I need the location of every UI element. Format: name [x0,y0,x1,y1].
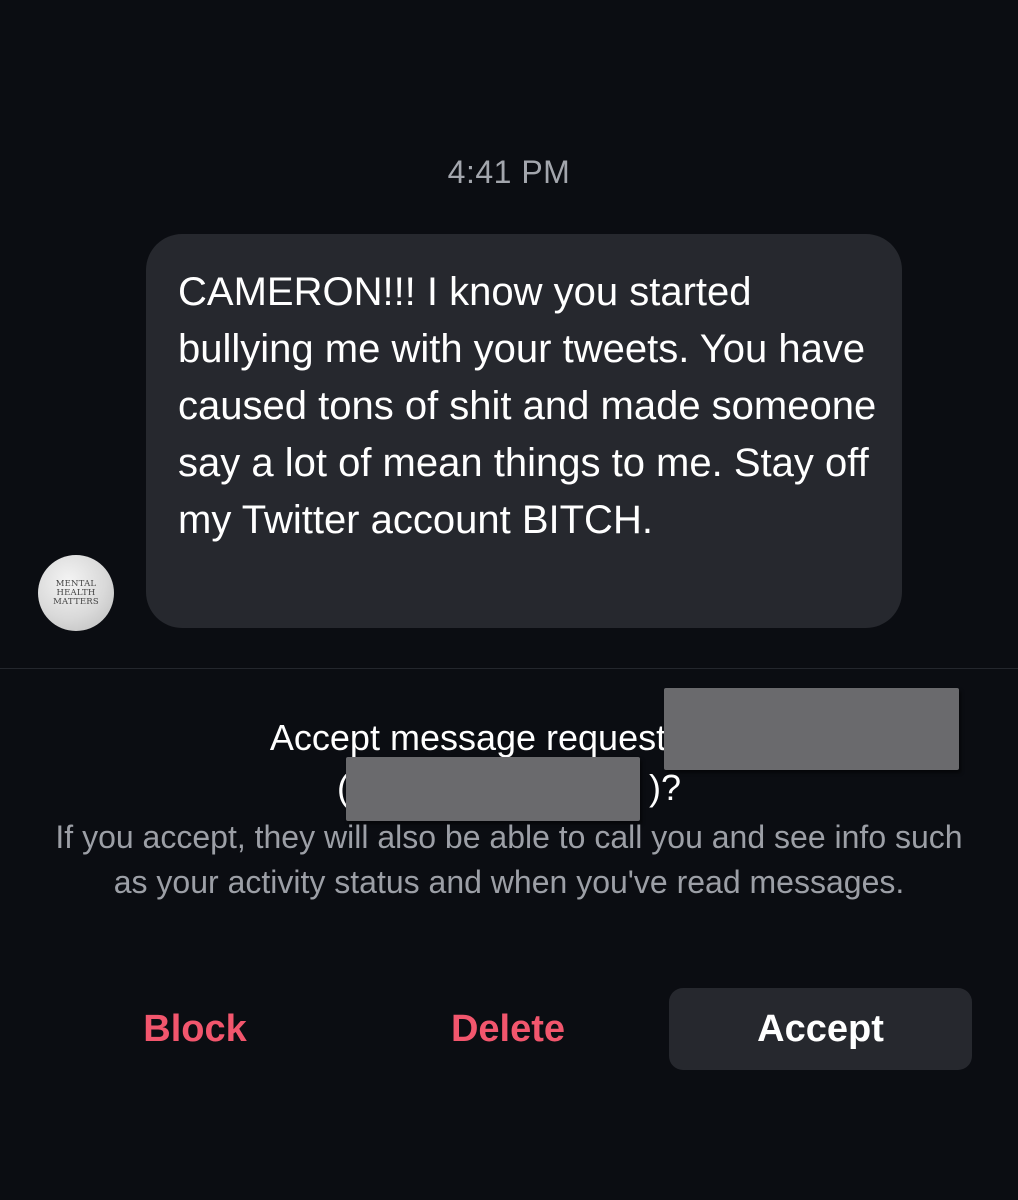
request-info-text: If you accept, they will also be able to… [55,819,963,900]
message-timestamp: 4:41 PM [447,154,571,190]
message-bubble[interactable]: CAMERON!!! I know you started bullying m… [146,234,902,628]
message-text: CAMERON!!! I know you started bullying m… [178,270,877,542]
delete-button[interactable]: Delete [373,988,643,1070]
avatar-text: MENTAL HEALTH MATTERS [53,578,99,607]
divider [0,668,1018,669]
sender-avatar[interactable]: MENTAL HEALTH MATTERS [38,555,114,631]
redaction-box-name [664,688,959,770]
request-actions: Block Delete Accept [0,988,1018,1070]
accept-button[interactable]: Accept [669,988,972,1070]
block-button[interactable]: Block [60,988,330,1070]
redaction-box-username [346,757,640,821]
request-title-suffix: )? [648,767,681,808]
